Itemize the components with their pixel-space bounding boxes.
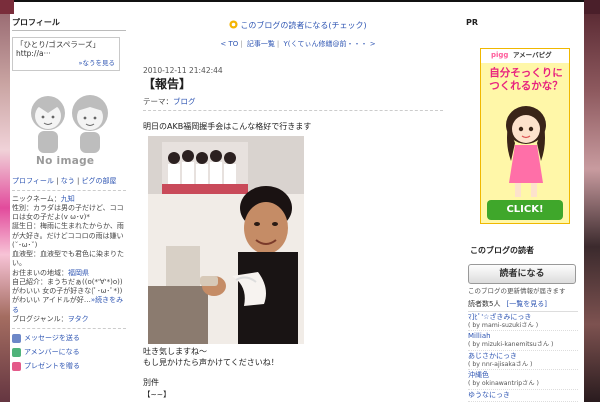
list-item: 沖縄色( by okinawantripさん ): [468, 370, 578, 390]
entry-paragraph: 【~~】: [143, 389, 171, 399]
reader-list: ﾏ]ﾋﾟ'☆ざきみにっき( by mami-suzukiさん ) Milliah…: [468, 310, 578, 402]
ad-brand-bar: pigg アメーバピグ: [481, 49, 569, 63]
profile-links: プロフィール | なう | ピグの部屋: [12, 177, 117, 185]
reader-blog-link[interactable]: Milliah: [468, 332, 578, 341]
pigg-ad-banner[interactable]: pigg アメーバピグ 自分そっくりにつくれるかな？ CLICK!: [480, 48, 570, 224]
info-location: お住まいの地域：福岡県: [12, 268, 89, 277]
list-item: Milliah( by mizuki-kanemitsuさん ): [468, 331, 578, 351]
info-birthday: 誕生日：梅雨に生まれたからか、雨が大好き。だけどココロの雨は嫌い(˘･ω･˘): [12, 222, 124, 249]
now-box: 「ひとり/ゴスペラーズ」 http://a··· »なうを見る: [12, 37, 120, 71]
ameba-pigg-logo: アメーバピグ: [513, 51, 552, 59]
join-amember-button[interactable]: アメンバーになる: [12, 348, 126, 358]
info-genre: ブログジャンル：ヲタク: [12, 314, 89, 323]
reader-icon: [229, 20, 238, 29]
pigg-room-link[interactable]: ピグの部屋: [82, 177, 117, 185]
envelope-icon: [12, 334, 21, 344]
background-right-strip: [584, 14, 600, 402]
top-bar-right-edge: [584, 0, 600, 14]
reader-list-link[interactable]: [一覧を見る]: [506, 300, 546, 308]
nav-next-link[interactable]: Y(ㄑてぃん修繕@前・・・ >: [283, 40, 375, 48]
profile-info: ニックネーム：九知 性別：カラダは男の子だけど、ココロは女の子だよ(v ω･v)…: [12, 195, 126, 324]
entry-paragraph: 別件: [143, 377, 159, 387]
send-message-button[interactable]: メッセージを送る: [12, 334, 126, 344]
nav-list-link[interactable]: 記事一覧: [247, 40, 275, 48]
entry-title[interactable]: 【報告】: [143, 77, 456, 92]
profile-heading: プロフィール: [12, 18, 126, 31]
profile-sidebar: プロフィール 「ひとり/ゴスペラーズ」 http://a··· »なうを見る N…: [12, 18, 126, 376]
entry-photo[interactable]: [148, 135, 304, 344]
info-nickname: ニックネーム：九知: [12, 194, 75, 203]
no-image-avatar: No image: [24, 93, 124, 173]
reader-count: 読者数5人 [一覧を見る]: [468, 300, 547, 309]
send-gift-button[interactable]: プレゼントを贈る: [12, 362, 126, 372]
profile-actions: メッセージを送る アメンバーになる プレゼントを贈る: [12, 334, 126, 372]
pr-heading: PR: [466, 18, 479, 27]
photo-illustration: [148, 135, 304, 344]
ad-girl-illustration: [506, 106, 546, 197]
info-intro: 自己紹介：まうちだぁ((o(*'∀'*)o))がわいい 女の子が好きな(ﾟ･ω･…: [12, 277, 124, 314]
list-item: ゆうなにっき: [468, 390, 578, 402]
entry-paragraph: 吐き気しますね〜 もし見かけたら声かけてくださいね！: [143, 346, 279, 367]
top-bar: [0, 0, 600, 14]
background-left-strip: [0, 14, 10, 402]
become-reader-button[interactable]: 読者になる: [468, 264, 576, 284]
blog-entry: このブログの読者になる(チェック) < TO | 記事一覧 | Y(ㄑてぃん修繕@前…: [140, 16, 456, 399]
now-text: 「ひとり/ゴスペラーズ」 http://a···: [16, 40, 101, 59]
top-bar-band: [14, 2, 584, 14]
entry-navigation: < TO | 記事一覧 | Y(ㄑてぃん修繕@前・・・ >: [220, 40, 376, 48]
ad-click-button[interactable]: CLICK!: [487, 200, 563, 220]
top-bar-left-edge: [0, 0, 14, 14]
now-link[interactable]: なう: [61, 177, 75, 185]
now-more-link[interactable]: »なうを見る: [79, 59, 115, 67]
reader-blog-link[interactable]: あじさかにっき: [468, 352, 578, 361]
nav-prev-link[interactable]: < TO: [220, 40, 238, 48]
update-note: このブログの更新情報が届きます: [468, 287, 566, 295]
reader-blog-link[interactable]: ﾏ]ﾋﾟ'☆ざきみにっき: [468, 313, 578, 322]
theme-link[interactable]: ブログ: [173, 97, 196, 106]
list-item: あじさかにっき( by nnr-ajisakaさん ): [468, 351, 578, 371]
ad-headline: 自分そっくりにつくれるかな？: [489, 67, 563, 92]
gift-icon: [12, 362, 21, 372]
divider: [12, 328, 126, 330]
avatar-placeholder-icon: [31, 95, 108, 153]
entry-theme: テーマ：ブログ: [143, 97, 443, 111]
reader-blog-link[interactable]: 沖縄色: [468, 371, 578, 380]
info-gender: 性別：カラダは男の子だけど、ココロは女の子だよ(v ω･v)*: [12, 203, 124, 222]
right-sidebar: PR pigg アメーバピグ 自分そっくりにつくれるかな？ CLICK! このブ…: [466, 18, 578, 402]
list-item: ﾏ]ﾋﾟ'☆ざきみにっき( by mami-suzukiさん ): [468, 312, 578, 332]
profile-link[interactable]: プロフィール: [12, 177, 54, 185]
follow-blog-link[interactable]: このブログの読者になる(チェック): [140, 20, 456, 31]
info-bloodtype: 血液型：血液型でも君色に染まりたい。: [12, 250, 124, 268]
no-image-caption: No image: [36, 155, 95, 167]
reader-blog-link[interactable]: ゆうなにっき: [468, 391, 578, 400]
entry-date: 2010-12-11 21:42:44: [143, 65, 223, 75]
amember-icon: [12, 348, 21, 358]
entry-paragraph: 明日のAKB福岡握手会はこんな格好で行きます: [143, 121, 312, 131]
readers-heading: このブログの読者: [470, 246, 534, 255]
pigg-logo: pigg: [491, 51, 509, 59]
divider: [12, 189, 126, 191]
